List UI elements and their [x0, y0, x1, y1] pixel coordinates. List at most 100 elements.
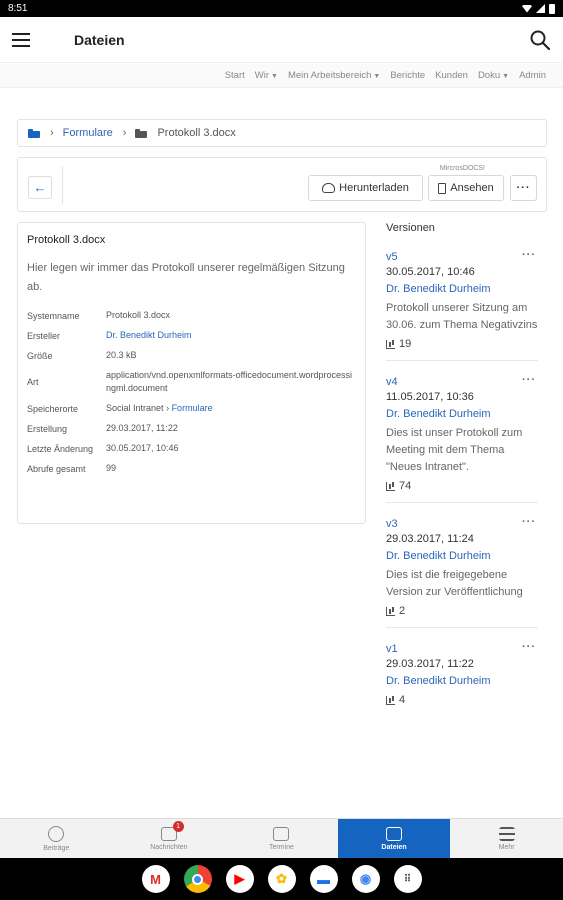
version-comment: Dies ist die freigegebene Version zur Ve…: [386, 569, 523, 598]
prop-label: Speicherorte: [27, 403, 79, 414]
bar-chart-icon: [386, 695, 395, 705]
bar-chart-icon: [386, 481, 395, 491]
file-details-card: Protokoll 3.docx Hier legen wir immer da…: [17, 222, 366, 524]
document-icon: [438, 182, 447, 194]
version-link[interactable]: v1: [386, 643, 538, 656]
folder-icon: [135, 128, 148, 138]
view-button[interactable]: Ansehen: [428, 175, 504, 201]
prop-value: Social Intranet › Formulare: [106, 402, 356, 415]
menu-icon: [498, 826, 515, 841]
bottom-nav-dateien[interactable]: Dateien: [337, 819, 451, 858]
signal-icon: [536, 4, 545, 13]
version-author-link[interactable]: Dr. Benedikt Durheim: [386, 405, 538, 423]
version-views: 74: [386, 480, 538, 492]
messages-icon[interactable]: ▬: [309, 865, 338, 893]
version-item: v4 ··· 11.05.2017, 10:36 Dr. Benedikt Du…: [386, 374, 538, 503]
version-item: v5 ··· 30.05.2017, 10:46 Dr. Benedikt Du…: [386, 249, 538, 361]
file-toolbar: ← MircrosDOCS! Herunterladen Ansehen ···: [17, 157, 547, 212]
nav-item-wir[interactable]: Wir ▼: [255, 70, 278, 81]
top-nav: Start Wir ▼ Mein Arbeitsbereich ▼ Berichte…: [0, 64, 563, 88]
version-link[interactable]: v5: [386, 251, 538, 264]
prop-row: Größe 20.3 kB: [27, 349, 356, 362]
prop-row: Letzte Änderung 30.05.2017, 10:46: [27, 442, 356, 455]
version-views: 2: [386, 605, 538, 617]
prop-value: Protokoll 3.docx: [106, 310, 171, 320]
version-item: v3 ··· 29.03.2017, 11:24 Dr. Benedikt Du…: [386, 516, 538, 628]
gmail-icon[interactable]: M: [141, 865, 170, 893]
prop-value: 99: [106, 463, 117, 473]
menu-icon[interactable]: [12, 33, 30, 47]
prop-row: Abrufe gesamt 99: [27, 462, 356, 475]
caret-down-icon: ▼: [502, 73, 510, 80]
location-folder-link[interactable]: Formulare: [172, 403, 213, 413]
versions-title: Versionen: [386, 222, 435, 234]
version-views: 19: [386, 338, 538, 350]
prop-label: Größe: [27, 350, 53, 361]
version-comment: Dies ist unser Protokoll zum Meeting mit…: [386, 427, 523, 473]
nav-item-doku[interactable]: Doku ▼: [478, 70, 509, 81]
more-button[interactable]: ···: [510, 175, 537, 201]
version-more-button[interactable]: ···: [522, 641, 536, 653]
bar-chart-icon: [386, 606, 395, 616]
app-dock: M ▶ ✿ ▬ ◉ ⠿: [0, 858, 563, 900]
nav-item-start[interactable]: Start: [225, 70, 245, 81]
app-drawer-icon[interactable]: ⠿: [393, 865, 422, 893]
cloud-download-icon: [322, 183, 336, 193]
youtube-icon[interactable]: ▶: [225, 865, 254, 893]
version-link[interactable]: v4: [386, 376, 538, 389]
bottom-nav-mehr[interactable]: Mehr: [450, 819, 563, 858]
version-author-link[interactable]: Dr. Benedikt Durheim: [386, 547, 538, 565]
version-more-button[interactable]: ···: [522, 374, 536, 386]
file-title: Protokoll 3.docx: [27, 234, 106, 246]
version-views: 4: [386, 694, 538, 706]
breadcrumb-formulare[interactable]: Formulare: [63, 127, 113, 139]
download-button[interactable]: Herunterladen: [308, 175, 423, 201]
nav-item-arbeitsbereich[interactable]: Mein Arbeitsbereich ▼: [288, 70, 380, 81]
folder-icon: [386, 826, 403, 841]
prop-label: Abrufe gesamt: [27, 463, 86, 474]
bottom-nav-termine[interactable]: Termine: [225, 819, 338, 858]
prop-label: Art: [27, 377, 39, 387]
prop-row: Erstellung 29.03.2017, 11:22: [27, 422, 356, 435]
prop-value: 29.03.2017, 11:22: [106, 423, 178, 433]
nav-item-admin[interactable]: Admin: [519, 70, 546, 81]
prop-label: Erstellung: [27, 423, 68, 434]
back-button[interactable]: ←: [28, 176, 52, 199]
prop-value: 30.05.2017, 10:46: [106, 443, 179, 453]
bottom-nav-nachrichten[interactable]: 1 Nachrichten: [113, 819, 226, 858]
prop-label: Ersteller: [27, 330, 61, 341]
version-more-button[interactable]: ···: [522, 249, 536, 261]
divider: [62, 166, 63, 204]
nav-item-berichte[interactable]: Berichte: [390, 70, 425, 81]
prop-value: 20.3 kB: [106, 350, 137, 360]
status-bar: 8:51: [0, 0, 563, 17]
version-date: 30.05.2017, 10:46: [386, 266, 475, 278]
photos-icon[interactable]: ✿: [267, 865, 296, 893]
version-date: 29.03.2017, 11:22: [386, 658, 474, 670]
ms-docs-label: MircrosDOCS!: [439, 165, 485, 172]
version-date: 11.05.2017, 10:36: [386, 391, 474, 403]
battery-icon: [549, 3, 555, 14]
notification-badge: 1: [172, 821, 184, 832]
folder-icon[interactable]: [28, 128, 40, 138]
bottom-nav: Beiträge 1 Nachrichten Termine Dateien M…: [0, 818, 563, 858]
status-time: 8:51: [8, 3, 28, 14]
wifi-icon: [522, 4, 532, 13]
breadcrumb: › Formulare › Protokoll 3.docx: [17, 119, 547, 147]
search-icon[interactable]: [529, 29, 551, 51]
page-title: Dateien: [74, 32, 125, 48]
creator-link[interactable]: Dr. Benedikt Durheim: [106, 329, 356, 342]
bottom-nav-beitraege[interactable]: Beiträge: [0, 819, 113, 858]
version-more-button[interactable]: ···: [522, 516, 536, 528]
version-author-link[interactable]: Dr. Benedikt Durheim: [386, 280, 538, 298]
nav-item-kunden[interactable]: Kunden: [435, 70, 468, 81]
arrow-left-icon: ←: [33, 180, 47, 195]
browser-icon[interactable]: ◉: [351, 865, 380, 893]
version-link[interactable]: v3: [386, 518, 538, 531]
chrome-icon[interactable]: [183, 865, 212, 893]
app-bar: Dateien: [0, 17, 563, 63]
prop-label: Systemname: [27, 310, 80, 321]
version-author-link[interactable]: Dr. Benedikt Durheim: [386, 672, 538, 690]
calendar-icon: [273, 826, 290, 841]
breadcrumb-current: Protokoll 3.docx: [157, 127, 236, 139]
